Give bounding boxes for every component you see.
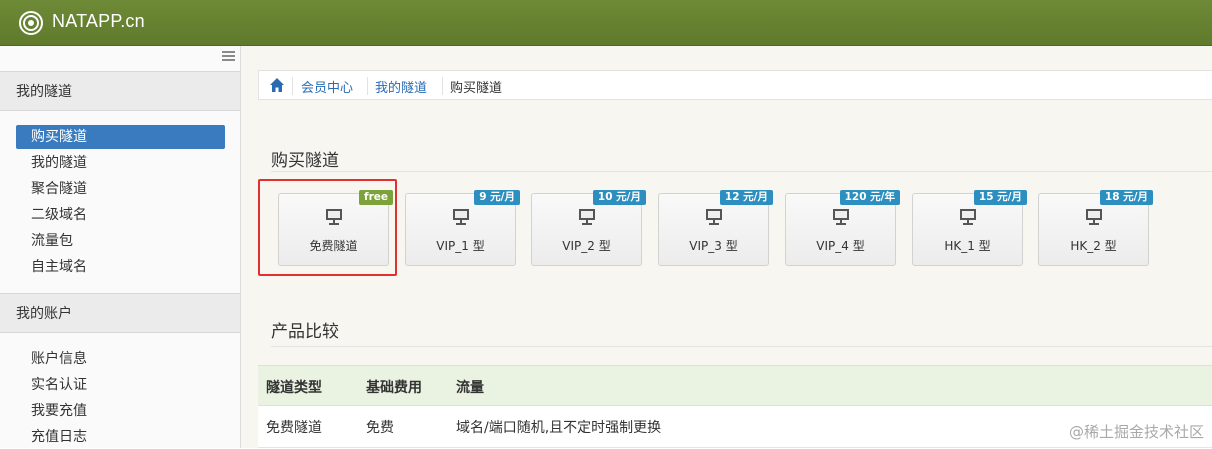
main-content: 会员中心 我的隧道 购买隧道 购买隧道 free 免费隧道 9 元/月 VIP_… (241, 46, 1212, 448)
breadcrumb-my-tunnels[interactable]: 我的隧道 (375, 77, 427, 96)
monitor-icon (833, 209, 849, 225)
home-icon[interactable] (269, 77, 285, 93)
tunnel-card-name: HK_1 型 (944, 239, 991, 253)
monitor-icon (706, 209, 722, 225)
column-header: 流量 (456, 380, 484, 396)
breadcrumb: 会员中心 我的隧道 购买隧道 (258, 70, 1212, 100)
logo-icon (19, 11, 43, 35)
tunnel-card-name: VIP_2 型 (562, 239, 611, 253)
monitor-icon (453, 209, 469, 225)
tunnel-card-name: VIP_4 型 (816, 239, 865, 253)
breadcrumb-current: 购买隧道 (450, 81, 503, 96)
tunnel-card-name: VIP_1 型 (436, 239, 485, 253)
price-tag: 15 元/月 (973, 190, 1027, 205)
breadcrumb-separator (292, 77, 293, 95)
monitor-icon (1086, 209, 1102, 225)
price-tag: 12 元/月 (719, 190, 773, 205)
tunnel-card-vip2[interactable]: 10 元/月 VIP_2 型 (531, 190, 646, 266)
sidebar-collapse-icon[interactable] (222, 51, 235, 61)
tunnel-card-hk1[interactable]: 15 元/月 HK_1 型 (912, 190, 1027, 266)
tunnel-card-vip3[interactable]: 12 元/月 VIP_3 型 (658, 190, 773, 266)
sidebar-item-buy-tunnel[interactable]: 购买隧道 (16, 125, 225, 149)
sidebar-item-custom-domain[interactable]: 自主域名 (16, 255, 225, 279)
sidebar-item-account-info[interactable]: 账户信息 (16, 347, 225, 371)
tunnel-card-vip1[interactable]: 9 元/月 VIP_1 型 (405, 190, 520, 266)
top-bar: NATAPP.cn (0, 0, 1212, 46)
sidebar-item-subdomain[interactable]: 二级域名 (16, 203, 225, 227)
sidebar-item-my-tunnels[interactable]: 我的隧道 (16, 151, 225, 175)
monitor-icon (579, 209, 595, 225)
sidebar-item-traffic-pack[interactable]: 流量包 (16, 229, 225, 253)
price-tag: 18 元/月 (1099, 190, 1153, 205)
compare-section-title: 产品比较 (271, 322, 339, 342)
sidebar: 我的隧道 购买隧道 我的隧道 聚合隧道 二级域名 流量包 自主域名 我的账户 账… (0, 46, 241, 448)
breadcrumb-separator (442, 77, 443, 95)
sidebar-item-aggregate-tunnels[interactable]: 聚合隧道 (16, 177, 225, 201)
divider (271, 171, 1212, 172)
table-header: 隧道类型 基础费用 流量 (258, 365, 1212, 406)
watermark: @稀土掘金技术社区 (1068, 423, 1204, 441)
sidebar-item-recharge[interactable]: 我要充值 (16, 399, 225, 423)
column-header: 基础费用 (366, 380, 422, 396)
breadcrumb-member-center[interactable]: 会员中心 (301, 77, 353, 96)
tunnel-card-vip4[interactable]: 120 元/年 VIP_4 型 (785, 190, 900, 266)
price-tag: 120 元/年 (839, 190, 900, 205)
breadcrumb-separator (367, 77, 368, 95)
table-cell: 域名/端口随机,且不定时强制更换 (456, 420, 662, 436)
tunnel-card-name: VIP_3 型 (689, 239, 738, 253)
sidebar-item-recharge-log[interactable]: 充值日志 (16, 425, 225, 449)
sidebar-group-tunnels[interactable]: 我的隧道 (0, 71, 240, 111)
highlight-box (258, 179, 397, 276)
sidebar-group-account[interactable]: 我的账户 (0, 293, 240, 333)
price-tag: 9 元/月 (474, 190, 520, 205)
monitor-icon (960, 209, 976, 225)
tunnel-card-name: HK_2 型 (1070, 239, 1117, 253)
buy-section-title: 购买隧道 (271, 151, 339, 171)
column-header: 隧道类型 (266, 380, 322, 396)
brand-name[interactable]: NATAPP.cn (52, 11, 145, 32)
table-cell: 免费隧道 (266, 420, 322, 436)
tunnel-card-hk2[interactable]: 18 元/月 HK_2 型 (1038, 190, 1153, 266)
price-tag: 10 元/月 (592, 190, 646, 205)
sidebar-item-verification[interactable]: 实名认证 (16, 373, 225, 397)
table-cell: 免费 (366, 420, 394, 436)
divider (271, 346, 1212, 347)
